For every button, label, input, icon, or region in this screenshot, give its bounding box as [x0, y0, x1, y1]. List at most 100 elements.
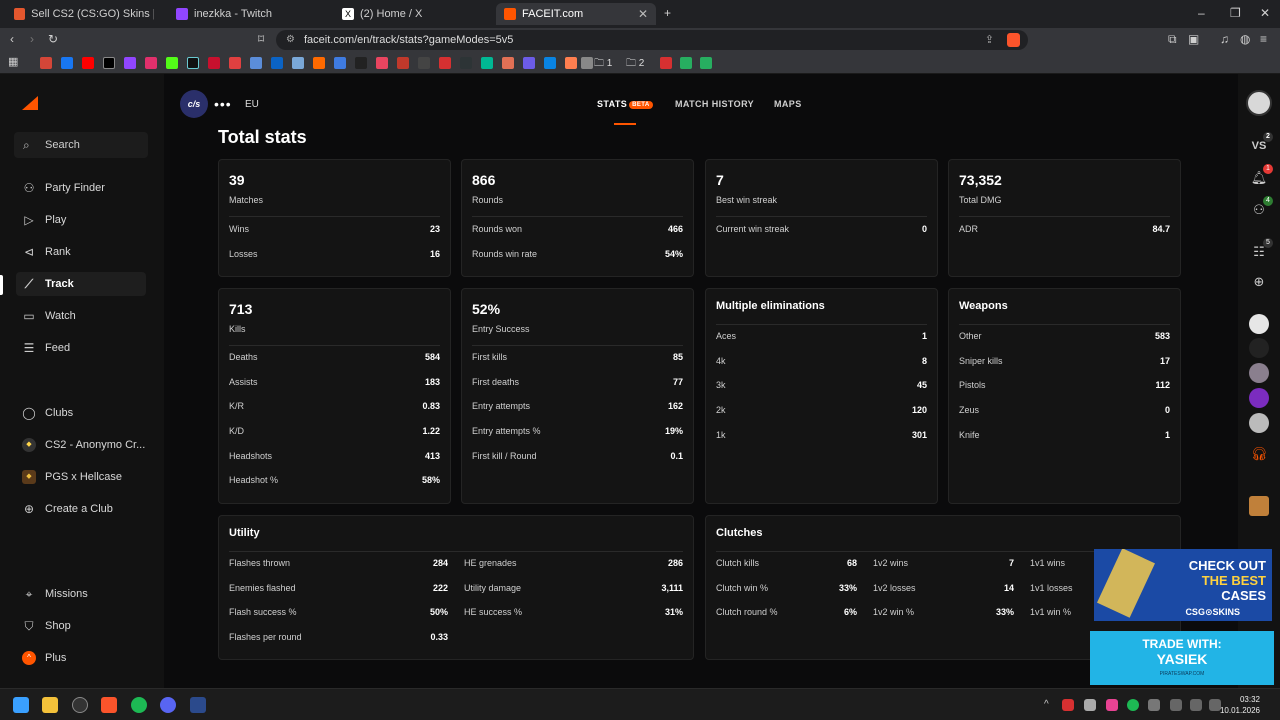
sidebar-item-club[interactable]: ◆ PGS x Hellcase: [16, 465, 146, 489]
tray-icon[interactable]: [1148, 699, 1160, 711]
friend-avatar[interactable]: [1249, 363, 1269, 383]
bookmark-icon[interactable]: [481, 57, 493, 69]
sidebar-item-rank[interactable]: ⊲ Rank: [16, 240, 146, 264]
team-logo[interactable]: c/s: [180, 90, 208, 118]
friend-avatar[interactable]: [1249, 338, 1269, 358]
pirateswap-ad[interactable]: TRADE WITH: YASIEK PIRATESWAP.COM: [1090, 631, 1274, 685]
file-explorer-icon[interactable]: [42, 697, 58, 713]
url-field[interactable]: ⚙ faceit.com/en/track/stats?gameModes=5v…: [276, 30, 1028, 50]
friend-avatar[interactable]: [1249, 413, 1269, 433]
bookmark-icon[interactable]: [581, 57, 593, 69]
windows-start-icon[interactable]: [13, 697, 29, 713]
tray-icon[interactable]: [1106, 699, 1118, 711]
browser-tab-active[interactable]: FACEIT.com ✕: [496, 3, 656, 25]
facebook-bookmark-icon[interactable]: [61, 57, 73, 69]
tab-match-history[interactable]: MATCH HISTORY: [675, 99, 754, 109]
bookmark-icon[interactable]: [502, 57, 514, 69]
volume-icon[interactable]: [1190, 699, 1202, 711]
bookmark-icon[interactable]: [229, 57, 241, 69]
brave-shield-icon[interactable]: [1007, 33, 1020, 47]
friend-avatar[interactable]: [1249, 388, 1269, 408]
bookmark-icon[interactable]: [271, 57, 283, 69]
sidebar-item-play[interactable]: ▷ Play: [16, 208, 146, 232]
sidebar-item-create-club[interactable]: ⊕ Create a Club: [16, 497, 146, 521]
menu-icon[interactable]: ≡: [1260, 32, 1267, 46]
site-info-icon[interactable]: ⚙: [286, 30, 295, 50]
sidebar-item-clubs[interactable]: ◯ Clubs: [16, 401, 146, 425]
gmail-bookmark-icon[interactable]: [40, 57, 52, 69]
sidebar-item-shop[interactable]: ⛉ Shop: [16, 614, 146, 638]
reload-icon[interactable]: ↻: [48, 32, 58, 46]
sidebar-item-track[interactable]: ⟋ Track: [16, 272, 146, 296]
faceit-logo-icon[interactable]: [22, 96, 38, 110]
headset-icon[interactable]: 🎧︎: [1249, 444, 1269, 464]
vpn-icon[interactable]: ◍: [1240, 32, 1250, 46]
chrome-icon[interactable]: [72, 697, 88, 713]
spotify-tray-icon[interactable]: [1127, 699, 1139, 711]
bookmark-icon[interactable]: [523, 57, 535, 69]
wifi-icon[interactable]: [1170, 699, 1182, 711]
sidebar-item-watch[interactable]: ▭ Watch: [16, 304, 146, 328]
kick-bookmark-icon[interactable]: [166, 57, 178, 69]
forward-icon[interactable]: ›: [30, 32, 34, 46]
bookmark-icon[interactable]: [700, 57, 712, 69]
apps-grid-icon[interactable]: ▦: [8, 55, 18, 68]
minimize-icon[interactable]: –: [1198, 6, 1205, 20]
browser-tab[interactable]: inezkka - Twitch: [168, 3, 328, 25]
steam-icon[interactable]: [1084, 699, 1096, 711]
friends-button[interactable]: ⚇ 4: [1249, 196, 1273, 220]
bookmark-icon[interactable]: [565, 57, 577, 69]
party-button[interactable]: ☷ 5: [1249, 238, 1273, 262]
bookmark-folder[interactable]: 🗀 2: [626, 56, 644, 73]
bookmark-icon[interactable]: [439, 57, 451, 69]
close-window-icon[interactable]: ✕: [1260, 6, 1270, 20]
instagram-bookmark-icon[interactable]: [145, 57, 157, 69]
back-icon[interactable]: ‹: [10, 32, 14, 46]
user-avatar[interactable]: [1246, 90, 1272, 116]
tab-maps[interactable]: MAPS: [774, 99, 802, 109]
new-tab-icon[interactable]: +: [664, 6, 671, 20]
sidebar-item-feed[interactable]: ☰ Feed: [16, 336, 146, 360]
bookmark-icon[interactable]: [250, 57, 262, 69]
extensions-icon[interactable]: ⧉: [1168, 32, 1177, 47]
csgoskins-ad[interactable]: CHECK OUT THE BEST CASES CSG⊙SKINS: [1094, 549, 1272, 621]
browser-tab[interactable]: X (2) Home / X: [334, 3, 490, 25]
app-icon[interactable]: [190, 697, 206, 713]
sidebar-item-missions[interactable]: ⌖ Missions: [16, 582, 146, 606]
maximize-icon[interactable]: ❐: [1230, 6, 1241, 20]
bookmark-icon[interactable]: [660, 57, 672, 69]
spotify-icon[interactable]: [131, 697, 147, 713]
bookmark-icon[interactable]: [355, 57, 367, 69]
friend-avatar[interactable]: [1249, 314, 1269, 334]
tiktok-bookmark-icon[interactable]: [187, 57, 199, 69]
add-button[interactable]: ⊕: [1249, 272, 1269, 292]
more-options-icon[interactable]: •••: [214, 96, 232, 112]
sidebar-item-club[interactable]: ◆ CS2 - Anonymo Cr...: [16, 433, 146, 457]
sidebar-item-plus[interactable]: ^ Plus: [16, 646, 146, 670]
bookmark-icon[interactable]: [418, 57, 430, 69]
bookmark-icon[interactable]: [313, 57, 325, 69]
bookmark-icon[interactable]: [397, 57, 409, 69]
bookmark-icon[interactable]: [544, 57, 556, 69]
sidebar-item-party-finder[interactable]: ⚇ Party Finder: [16, 176, 146, 200]
vs-button[interactable]: VS 2: [1249, 132, 1273, 156]
bookmark-folder[interactable]: 🗀 1: [594, 56, 612, 73]
bookmark-icon[interactable]: ⌑: [258, 32, 264, 46]
bookmark-icon[interactable]: [680, 57, 692, 69]
tray-icon[interactable]: [1062, 699, 1074, 711]
x-bookmark-icon[interactable]: [103, 57, 115, 69]
twitch-bookmark-icon[interactable]: [124, 57, 136, 69]
discord-icon[interactable]: [160, 697, 176, 713]
bookmark-icon[interactable]: [208, 57, 220, 69]
youtube-bookmark-icon[interactable]: [82, 57, 94, 69]
system-clock[interactable]: 03:32 10.01.2026: [1220, 694, 1260, 716]
search-button[interactable]: ⌕ Search: [14, 132, 148, 158]
browser-tab[interactable]: Sell CS2 (CS:GO) Skins | Best CS2 (CS:: [6, 3, 162, 25]
media-icon[interactable]: ♫: [1220, 32, 1229, 46]
close-tab-icon[interactable]: ✕: [638, 3, 648, 25]
game-avatar[interactable]: [1249, 496, 1269, 516]
tray-overflow-icon[interactable]: ^: [1044, 699, 1049, 710]
brave-icon[interactable]: [101, 697, 117, 713]
notifications-button[interactable]: 🔔︎ 1: [1249, 164, 1273, 188]
bookmark-icon[interactable]: [376, 57, 388, 69]
